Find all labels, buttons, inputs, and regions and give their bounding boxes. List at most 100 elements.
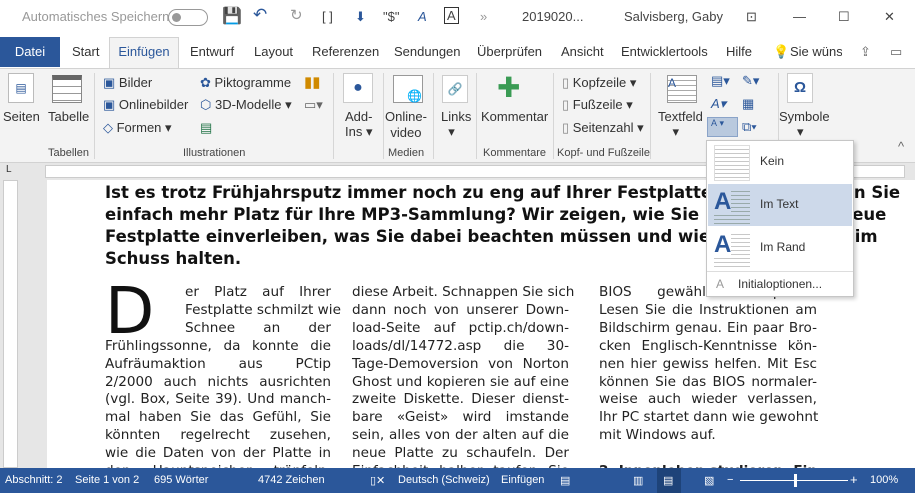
- text-effect-icon[interactable]: A: [418, 9, 427, 24]
- picture-icon: ▣: [103, 75, 119, 90]
- text-line: mal haben Sie das Gefühl, Sie: [105, 409, 331, 426]
- menu-item-im-rand[interactable]: A Im Rand: [708, 227, 852, 269]
- tab-ansicht[interactable]: Ansicht: [561, 44, 604, 59]
- options-icon: A: [716, 277, 725, 291]
- seiten-button[interactable]: Seiten: [3, 109, 40, 124]
- symbole-button[interactable]: Symbole ▾: [779, 109, 830, 140]
- text-line: load-Seite auf pctip.ch/down-: [352, 319, 569, 336]
- share-icon[interactable]: ⇪: [860, 44, 871, 60]
- tabelle-button[interactable]: Tabelle: [48, 109, 89, 124]
- zoom-level[interactable]: 100%: [870, 474, 898, 486]
- web-layout-icon[interactable]: ▧: [704, 474, 714, 487]
- vertical-ruler[interactable]: [0, 180, 47, 468]
- addins-icon: ●: [343, 73, 373, 103]
- textfeld-button[interactable]: Textfeld ▾: [658, 109, 703, 140]
- addins-button[interactable]: Add- Ins ▾: [345, 109, 372, 140]
- dropcap-button[interactable]: A ▾: [707, 117, 738, 137]
- comment-icon: ✚: [497, 72, 521, 103]
- undo-icon[interactable]: ↶: [253, 5, 267, 25]
- tab-selector-icon[interactable]: L: [6, 164, 12, 175]
- redo-icon[interactable]: ↻: [290, 6, 303, 24]
- menu-item-im-text[interactable]: A Im Text: [708, 184, 852, 226]
- zoom-in-button[interactable]: +: [850, 472, 858, 487]
- kopfzeile-button[interactable]: ▯ Kopfzeile ▾: [562, 75, 636, 91]
- text-line: (vgl. Box, Seite 39). Und manch-: [105, 391, 331, 408]
- zoom-slider-handle[interactable]: [794, 474, 797, 487]
- zoom-out-button[interactable]: −: [727, 474, 733, 486]
- online-video-button[interactable]: Online-video: [385, 109, 427, 141]
- text-line: neue Platte zu schaufeln. Der: [352, 445, 569, 462]
- textbox-icon[interactable]: A: [444, 7, 459, 24]
- omega-icon: Ω: [787, 73, 813, 103]
- tab-hilfe[interactable]: Hilfe: [726, 44, 752, 59]
- touch-mode-icon[interactable]: [ ]: [322, 9, 333, 24]
- tab-referenzen[interactable]: Referenzen: [312, 44, 379, 59]
- section-indicator[interactable]: Abschnitt: 2: [5, 474, 62, 486]
- smartart-icon[interactable]: ▤: [200, 120, 212, 136]
- chart-icon[interactable]: ▮▮: [304, 73, 321, 91]
- word-count[interactable]: 695 Wörter: [154, 474, 208, 486]
- read-mode-icon[interactable]: ▥: [633, 474, 643, 487]
- tab-einfuegen[interactable]: Einfügen: [109, 37, 179, 69]
- tab-start[interactable]: Start: [72, 44, 99, 59]
- column-3: BIOS gewählte Festplatte.Lesen Sie die I…: [599, 284, 819, 468]
- tab-entwicklertools[interactable]: Entwicklertools: [621, 44, 708, 59]
- shapes-icon: ◇: [103, 120, 117, 135]
- fusszeile-button[interactable]: ▯ Fußzeile ▾: [562, 97, 633, 113]
- maximize-button[interactable]: ☐: [838, 9, 850, 25]
- kommentar-button[interactable]: Kommentar: [481, 109, 548, 124]
- tab-entwurf[interactable]: Entwurf: [190, 44, 234, 59]
- signature-icon[interactable]: ✎▾: [742, 73, 759, 89]
- no-dropcap-icon: [714, 145, 750, 181]
- save-icon[interactable]: 💾: [222, 6, 242, 26]
- menu-item-kein[interactable]: Kein: [708, 141, 852, 183]
- user-name[interactable]: Salvisberg, Gaby: [624, 9, 723, 24]
- quick-parts-icon[interactable]: ▤▾: [711, 73, 730, 89]
- text-line: cken Englisch-Kenntnisse kön-: [599, 337, 817, 354]
- text-line: er Platz auf Ihrer: [185, 284, 331, 300]
- formen-button[interactable]: ◇ Formen ▾: [103, 120, 172, 136]
- tab-sendungen[interactable]: Sendungen: [394, 44, 461, 59]
- 3d-modelle-button[interactable]: ⬡ 3D-Modelle ▾: [200, 97, 292, 113]
- comments-icon[interactable]: ▭: [890, 44, 902, 60]
- close-button[interactable]: ✕: [884, 9, 895, 25]
- tab-ueberpruefen[interactable]: Überprüfen: [477, 44, 542, 59]
- tab-layout[interactable]: Layout: [254, 44, 293, 59]
- text-line: Frühlingssonne, da konnte die: [105, 337, 331, 354]
- proofing-icon[interactable]: ▯✕: [370, 474, 385, 487]
- text-line: loads/dl/14772.asp die 30-: [352, 337, 569, 354]
- onlinebilder-button[interactable]: ▣ Onlinebilder: [103, 97, 188, 113]
- collapse-ribbon-icon[interactable]: ^: [898, 139, 904, 154]
- char-count[interactable]: 4742 Zeichen: [258, 474, 325, 486]
- print-layout-icon[interactable]: ▤: [657, 468, 681, 493]
- table-icon: [52, 75, 82, 103]
- more-icon[interactable]: »: [480, 9, 487, 24]
- status-bar: Abschnitt: 2 Seite 1 von 2 695 Wörter 47…: [0, 468, 915, 493]
- document-title: 2019020...: [522, 9, 584, 24]
- menu-item-initialoptionen[interactable]: A Initialoptionen...: [708, 273, 852, 295]
- object-icon[interactable]: ⧉▾: [742, 119, 757, 135]
- screenshot-icon[interactable]: ▭▾: [304, 97, 323, 113]
- text-line: sein, alles von der alten auf die: [352, 427, 569, 444]
- links-button[interactable]: Links ▾: [441, 109, 471, 140]
- piktogramme-button[interactable]: ✿ Piktogramme: [200, 75, 291, 91]
- tab-datei[interactable]: Datei: [0, 37, 60, 67]
- download-icon[interactable]: ⬇: [355, 9, 366, 25]
- group-kommentare: Kommentare: [483, 147, 546, 159]
- text-line: Ihr PC startet dann wie gewohnt: [599, 409, 819, 426]
- insert-mode[interactable]: Einfügen: [501, 474, 544, 486]
- date-time-icon[interactable]: ▦: [742, 96, 754, 112]
- tell-me-search[interactable]: Sie wünsc: [790, 44, 842, 59]
- autosave-toggle[interactable]: [168, 9, 208, 26]
- bilder-button[interactable]: ▣ Bilder: [103, 75, 152, 91]
- language-indicator[interactable]: Deutsch (Schweiz): [398, 474, 490, 486]
- macro-icon[interactable]: "$": [383, 9, 399, 24]
- ribbon-display-icon[interactable]: ⊡: [746, 9, 757, 25]
- seitenzahl-button[interactable]: ▯ Seitenzahl ▾: [562, 120, 644, 136]
- column-2: diese Arbeit. Schnappen Sie sich dann noc…: [352, 284, 574, 468]
- wordart-icon[interactable]: A▾: [711, 96, 726, 112]
- macro-recording-icon[interactable]: ▤: [560, 474, 570, 487]
- title-bar: Automatisches Speichern 💾 ↶ ↻ [ ] ⬇ "$" …: [0, 0, 915, 35]
- minimize-button[interactable]: —: [793, 9, 806, 24]
- page-indicator[interactable]: Seite 1 von 2: [75, 474, 139, 486]
